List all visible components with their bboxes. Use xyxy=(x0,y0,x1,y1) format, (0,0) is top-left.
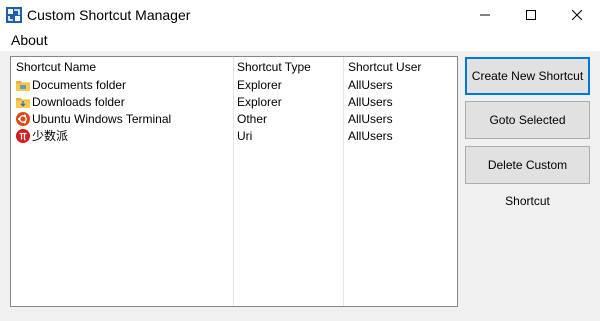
shortcut-type: Explorer xyxy=(237,95,282,109)
shortcut-user: AllUsers xyxy=(348,78,393,92)
shortcut-type: Other xyxy=(237,112,268,126)
shortcut-user: AllUsers xyxy=(348,112,393,126)
shortcut-name: 少数派 xyxy=(32,129,69,143)
shortcut-user: AllUsers xyxy=(348,129,393,143)
close-button[interactable] xyxy=(554,0,600,30)
folder-icon xyxy=(16,81,30,91)
downloads-folder-icon xyxy=(16,98,30,108)
title-bar[interactable]: Custom Shortcut Manager xyxy=(0,0,600,30)
shortcut-name: Documents folder xyxy=(32,78,127,92)
list-item[interactable]: 少数派 Uri AllUsers xyxy=(11,128,457,145)
goto-shortcut-button[interactable]: Goto Selected Shortcut xyxy=(465,101,590,163)
close-icon xyxy=(572,10,582,20)
column-header-user[interactable]: Shortcut User xyxy=(348,60,421,75)
shortcut-user: AllUsers xyxy=(348,95,393,109)
shortcut-list[interactable]: Shortcut Name Shortcut Type Shortcut Use… xyxy=(10,56,458,307)
list-item[interactable]: Documents folder Explorer AllUsers xyxy=(11,77,457,94)
column-header-name[interactable]: Shortcut Name xyxy=(16,60,96,75)
maximize-button[interactable] xyxy=(508,0,554,30)
sspai-icon xyxy=(16,129,30,143)
shortcut-type: Uri xyxy=(237,129,253,143)
shortcut-name: Ubuntu Windows Terminal xyxy=(32,112,172,126)
maximize-icon xyxy=(526,10,536,20)
app-icon xyxy=(6,7,22,23)
menu-item-about[interactable]: About xyxy=(11,32,48,49)
window-title: Custom Shortcut Manager xyxy=(27,7,191,23)
ubuntu-icon xyxy=(16,112,30,126)
shortcut-type: Explorer xyxy=(237,78,282,92)
list-item[interactable]: Ubuntu Windows Terminal Other AllUsers xyxy=(11,111,457,128)
menu-bar: About xyxy=(0,30,600,51)
create-shortcut-button[interactable]: Create New Shortcut xyxy=(465,57,590,95)
minimize-button[interactable] xyxy=(462,0,508,30)
delete-shortcut-button[interactable]: Delete Custom Shortcut xyxy=(465,146,590,208)
column-header-type[interactable]: Shortcut Type xyxy=(237,60,311,75)
list-item[interactable]: Downloads folder Explorer AllUsers xyxy=(11,94,457,111)
shortcut-name: Downloads folder xyxy=(32,95,125,109)
minimize-icon xyxy=(480,14,490,16)
